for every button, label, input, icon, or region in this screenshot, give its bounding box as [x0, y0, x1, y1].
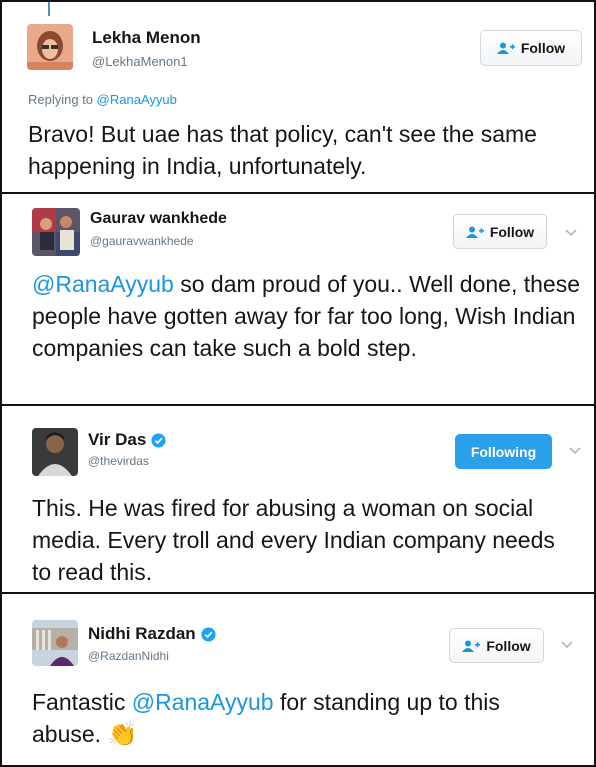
tweet-text: This. He was fired for abusing a woman o…	[32, 495, 555, 585]
verified-badge-icon	[151, 432, 166, 448]
follow-user-icon	[465, 226, 484, 238]
display-name[interactable]: Gaurav wankhede	[90, 210, 227, 228]
avatar[interactable]	[27, 24, 73, 70]
thread-line	[48, 2, 50, 16]
clapping-hands-emoji: 👏	[107, 721, 138, 748]
follow-button[interactable]: Follow	[480, 30, 582, 66]
chevron-down-icon[interactable]	[561, 641, 573, 649]
avatar[interactable]	[32, 208, 80, 256]
follow-user-icon	[462, 640, 481, 652]
chevron-down-icon[interactable]	[569, 447, 581, 455]
verified-badge-icon	[201, 626, 216, 642]
tweet-text: Bravo! But uae has that policy, can't se…	[28, 121, 537, 179]
replying-to: Replying to @RanaAyyub	[28, 92, 177, 107]
tweet-text: @RanaAyyub so dam proud of you.. Well do…	[32, 271, 580, 361]
tweet-text: Fantastic @RanaAyyub for standing up to …	[32, 689, 500, 748]
username-handle[interactable]: @thevirdas	[88, 454, 149, 468]
tweet-card-nidhi: Nidhi Razdan @RazdanNidhi Follow Fantast…	[0, 592, 596, 767]
username-handle[interactable]: @RazdanNidhi	[88, 649, 169, 663]
display-name[interactable]: Vir Das	[88, 430, 166, 450]
username-handle[interactable]: @LekhaMenon1	[92, 54, 188, 69]
following-button[interactable]: Following	[455, 434, 552, 469]
avatar[interactable]	[32, 620, 78, 666]
tweet-card-lekha: Lekha Menon @LekhaMenon1 Follow Replying…	[0, 0, 596, 194]
avatar[interactable]	[32, 428, 78, 476]
mention-link[interactable]: @RanaAyyub	[32, 271, 174, 297]
tweet-card-virdas: Vir Das @thevirdas Following This. He wa…	[0, 404, 596, 594]
reply-mention-link[interactable]: @RanaAyyub	[97, 92, 177, 107]
follow-button[interactable]: Follow	[449, 628, 544, 663]
username-handle[interactable]: @gauravwankhede	[90, 234, 194, 248]
display-name[interactable]: Nidhi Razdan	[88, 624, 216, 644]
chevron-down-icon[interactable]	[565, 229, 577, 237]
follow-user-icon	[496, 42, 515, 54]
follow-button[interactable]: Follow	[453, 214, 547, 249]
tweet-card-gaurav: Gaurav wankhede @gauravwankhede Follow @…	[0, 192, 596, 406]
mention-link[interactable]: @RanaAyyub	[132, 689, 274, 715]
display-name[interactable]: Lekha Menon	[92, 28, 201, 48]
